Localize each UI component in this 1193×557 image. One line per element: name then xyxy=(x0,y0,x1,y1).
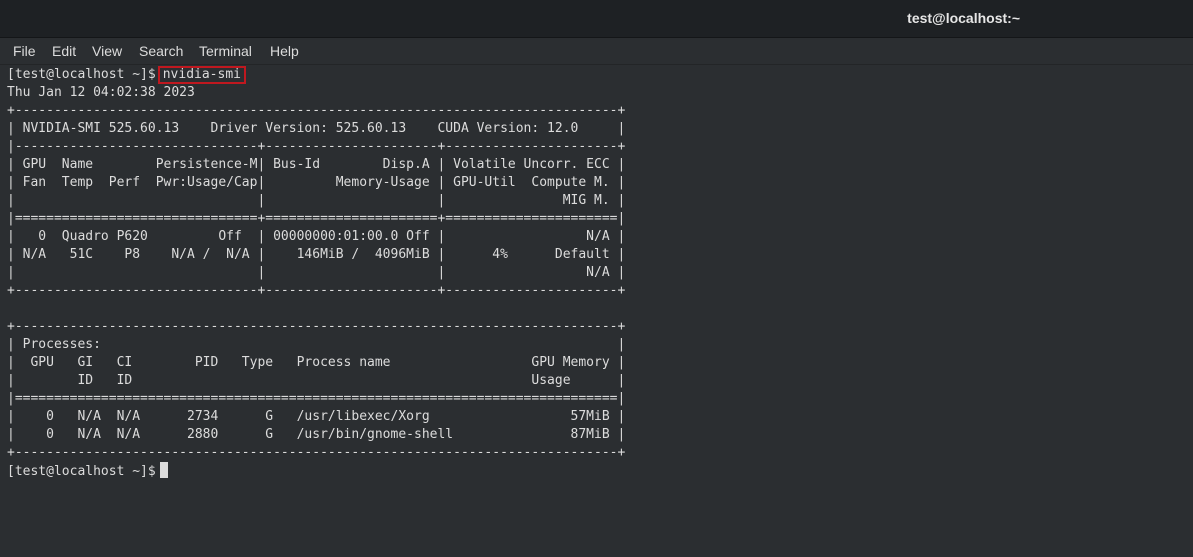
output-line: |===============================+=======… xyxy=(7,211,626,226)
output-line: +---------------------------------------… xyxy=(7,103,626,118)
output-line: +-------------------------------+-------… xyxy=(7,283,626,298)
output-line: | | | MIG M. | xyxy=(7,193,626,208)
output-line: | | | N/A | xyxy=(7,265,626,280)
menu-terminal[interactable]: Terminal xyxy=(199,38,252,64)
output-line: | 0 Quadro P620 Off | 00000000:01:00.0 O… xyxy=(7,229,626,244)
output-line: | N/A 51C P8 N/A / N/A | 146MiB / 4096Mi… xyxy=(7,247,626,262)
menu-edit[interactable]: Edit xyxy=(52,38,76,64)
command-highlight: nvidia-smi xyxy=(157,66,246,84)
menu-bar: File Edit View Search Terminal Help xyxy=(0,38,1193,65)
output-line: |=======================================… xyxy=(7,391,626,406)
menu-file[interactable]: File xyxy=(13,38,36,64)
window-title: test@localhost:~ xyxy=(907,10,1020,26)
prompt: [test@localhost ~]$ xyxy=(7,67,156,82)
output-line: |-------------------------------+-------… xyxy=(7,139,626,154)
command-line: [test@localhost ~]$ nvidia-smi xyxy=(7,66,246,84)
output-line: | GPU Name Persistence-M| Bus-Id Disp.A … xyxy=(7,157,626,172)
output-line: | 0 N/A N/A 2734 G /usr/libexec/Xorg 57M… xyxy=(7,409,626,424)
cursor-block xyxy=(159,462,168,478)
output-line: | 0 N/A N/A 2880 G /usr/bin/gnome-shell … xyxy=(7,427,626,442)
output-line: | Processes: | xyxy=(7,337,626,352)
output-line: | Fan Temp Perf Pwr:Usage/Cap| Memory-Us… xyxy=(7,175,626,190)
output-line: | ID ID Usage | xyxy=(7,373,626,388)
title-bar[interactable]: test@localhost:~ xyxy=(0,0,1193,38)
menu-help[interactable]: Help xyxy=(270,38,299,64)
menu-view[interactable]: View xyxy=(92,38,122,64)
output-line: | GPU GI CI PID Type Process name GPU Me… xyxy=(7,355,626,370)
output-line: Thu Jan 12 04:02:38 2023 xyxy=(7,85,195,100)
terminal-output[interactable]: [test@localhost ~]$ nvidia-smi Thu Jan 12… xyxy=(0,65,1193,557)
output-line: | NVIDIA-SMI 525.60.13 Driver Version: 5… xyxy=(7,121,626,136)
prompt: [test@localhost ~]$ xyxy=(7,464,156,479)
output-line: +---------------------------------------… xyxy=(7,445,626,460)
terminal-window: test@localhost:~ File Edit View Search T… xyxy=(0,0,1193,557)
output-line: +---------------------------------------… xyxy=(7,319,626,334)
final-prompt-line: [test@localhost ~]$ xyxy=(7,462,168,480)
menu-search[interactable]: Search xyxy=(139,38,183,64)
